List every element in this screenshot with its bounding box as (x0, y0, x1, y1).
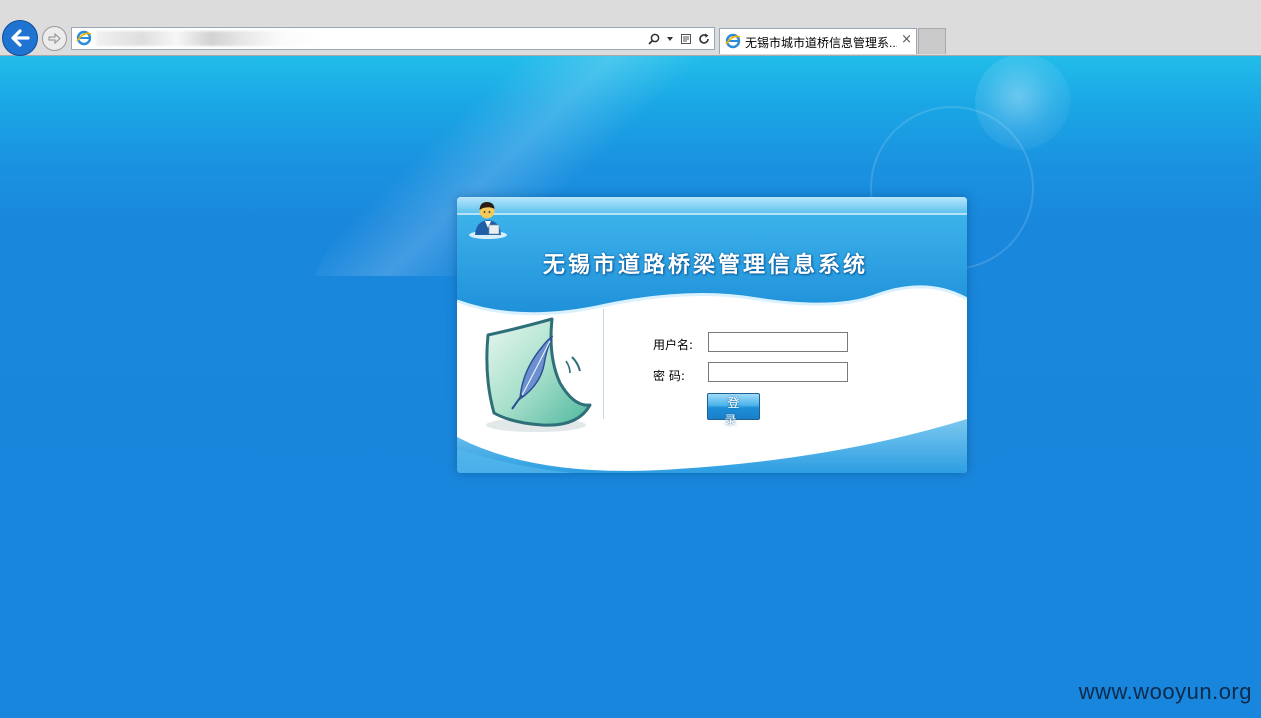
ie-logo-icon (76, 30, 92, 50)
bubble-decoration (975, 56, 1071, 150)
login-panel: 无锡市道路桥梁管理信息系统 用户名: 密 码: 登 录 (457, 197, 967, 473)
watermark: www.wooyun.org (1078, 679, 1252, 704)
close-tab-icon[interactable]: × (901, 32, 912, 48)
address-input[interactable] (96, 30, 396, 47)
page-viewport: 无锡市道路桥梁管理信息系统 用户名: 密 码: 登 录 www.wooyun.o… (0, 56, 1261, 718)
form-divider (603, 309, 604, 419)
back-button[interactable] (2, 20, 38, 56)
compatibility-view-icon[interactable] (680, 33, 692, 45)
system-title: 无锡市道路桥梁管理信息系统 (543, 252, 869, 278)
username-input[interactable] (708, 332, 848, 352)
browser-toolbar: 无锡市城市道桥信息管理系... × (0, 0, 1261, 56)
login-button[interactable]: 登 录 (707, 393, 760, 427)
ie-logo-icon (725, 33, 741, 53)
forward-button[interactable] (42, 26, 67, 51)
arrow-right-icon (48, 32, 61, 45)
refresh-icon[interactable] (698, 33, 710, 45)
paper-quill-icon (485, 317, 592, 432)
password-label: 密 码: (653, 369, 685, 383)
browser-tab[interactable]: 无锡市城市道桥信息管理系... × (719, 28, 917, 54)
password-input[interactable] (708, 362, 848, 382)
search-icon[interactable] (648, 33, 660, 45)
user-avatar-icon (469, 202, 507, 239)
chevron-down-icon[interactable] (666, 35, 674, 43)
address-bar[interactable] (71, 27, 715, 50)
tab-title: 无锡市城市道桥信息管理系... (745, 36, 897, 50)
username-label: 用户名: (653, 338, 694, 352)
arrow-left-icon (11, 29, 30, 47)
new-tab-button[interactable] (918, 28, 946, 54)
address-tools (648, 30, 710, 47)
